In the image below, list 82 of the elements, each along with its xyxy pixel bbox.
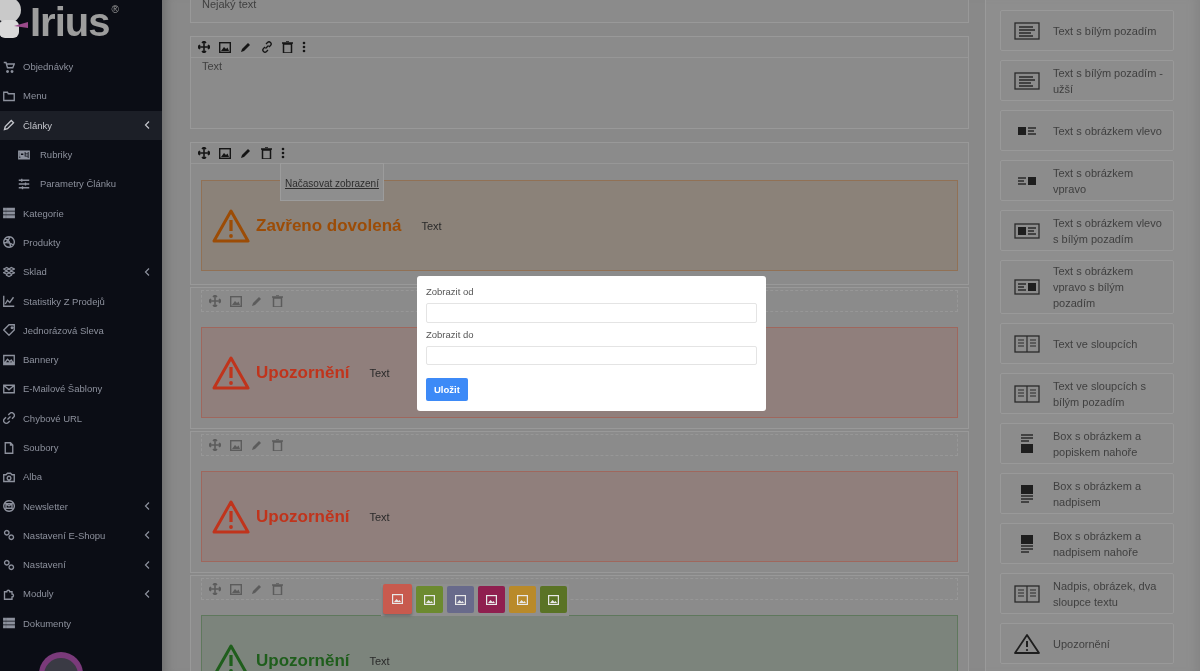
puzzle-icon: [3, 588, 15, 600]
avatar-icon: [38, 651, 84, 671]
list-icon: [3, 617, 15, 630]
alert-title: Upozornění: [256, 650, 350, 671]
date-input[interactable]: [426, 345, 757, 365]
trash-icon[interactable]: [261, 147, 272, 159]
file-icon: [3, 441, 15, 454]
warning-icon: [212, 643, 250, 671]
sidebar-subitem[interactable]: Rubriky: [0, 139, 162, 170]
sidebar-subitem[interactable]: Parametry Článku: [0, 169, 162, 199]
image-icon[interactable]: [219, 147, 231, 159]
columns-icon: [1014, 332, 1040, 355]
image-icon[interactable]: [219, 41, 231, 53]
image-text-icon: [1014, 276, 1040, 298]
sidebar-item[interactable]: Soubory: [0, 432, 162, 463]
sidebar-item[interactable]: Produkty: [0, 227, 162, 258]
alert-title: Upozornění: [256, 506, 350, 527]
sidebar-item[interactable]: E-Mailové Šablony: [0, 374, 162, 404]
sidebar-item[interactable]: Bannery: [0, 344, 162, 375]
color-swatch[interactable]: [478, 586, 505, 613]
envelope-icon: [3, 382, 15, 395]
date-input[interactable]: [426, 303, 757, 323]
sidebar-item[interactable]: Moduly: [0, 579, 162, 609]
sidebar-item[interactable]: Newsletter: [0, 491, 162, 521]
alert-text: Text: [369, 366, 390, 379]
tag-icon: [3, 324, 15, 337]
field-label: Zobrazit do: [426, 328, 475, 340]
sidebar-item[interactable]: Menu: [0, 81, 162, 111]
link-icon[interactable]: [261, 41, 273, 53]
sidebar-item[interactable]: Články: [0, 110, 162, 140]
sidebar-item[interactable]: Alba: [0, 462, 162, 492]
color-swatch[interactable]: [416, 586, 443, 613]
color-swatch[interactable]: [447, 586, 474, 613]
pencil-icon[interactable]: [240, 147, 252, 159]
folder-icon: [3, 89, 15, 102]
boxes-icon: [3, 265, 15, 278]
more-icon[interactable]: [281, 147, 285, 159]
color-swatch[interactable]: [540, 586, 567, 613]
image-icon: [392, 594, 403, 604]
alert-text: Text: [369, 510, 390, 523]
sidebar-item[interactable]: Kategorie: [0, 198, 162, 228]
pencil-icon: [3, 119, 15, 132]
save-button[interactable]: Uložit: [426, 378, 468, 401]
list-icon: [3, 207, 15, 220]
more-icon[interactable]: [302, 41, 306, 53]
warning-icon: [212, 499, 250, 534]
block-text: Text: [201, 59, 224, 74]
move-icon[interactable]: [198, 147, 210, 159]
columns-icon: [1014, 382, 1040, 405]
sidebar-item[interactable]: Statistiky Z Prodejů: [0, 286, 162, 316]
sidebar-item[interactable]: Nastavení E-Shopu: [0, 520, 162, 551]
sliders-icon: [18, 177, 30, 190]
color-swatch[interactable]: [383, 584, 412, 614]
warning-icon: [212, 208, 250, 243]
columns-icon: [1014, 582, 1040, 605]
text-block-icon: [1014, 69, 1040, 92]
text-block-icon: [1014, 19, 1040, 42]
link-icon: [3, 412, 15, 425]
alert-text: Text: [369, 654, 390, 667]
warning-icon: [1014, 632, 1040, 655]
newspaper-icon: [18, 148, 30, 161]
field-label: Zobrazit od: [426, 286, 475, 297]
alert-title: Upozornění: [256, 362, 350, 383]
sidebar-item[interactable]: Nastavení: [0, 550, 162, 580]
menu-link[interactable]: Načasovat zobrazení: [285, 178, 379, 189]
sidebar-item[interactable]: Dokumenty: [0, 608, 162, 638]
sidebar-item[interactable]: Jednorázová Sleva: [0, 315, 162, 345]
cart-icon: [3, 60, 15, 73]
registered-mark: ®: [111, 4, 119, 15]
color-swatch[interactable]: [509, 586, 536, 613]
image-icon: [3, 353, 15, 366]
alert-title: Zavřeno dovolená: [256, 215, 402, 236]
trash-icon[interactable]: [282, 41, 293, 53]
sidebar-item[interactable]: Sklad: [0, 257, 162, 287]
sidebar-item[interactable]: Chybové URL: [0, 403, 162, 433]
logo-text: Irius: [30, 0, 110, 44]
move-icon[interactable]: [198, 41, 210, 53]
sidebar-item[interactable]: Objednávky: [0, 52, 162, 82]
warning-icon: [212, 355, 250, 390]
block-text: Nejaký text: [201, 0, 258, 12]
alert-text: Text: [421, 219, 442, 232]
pencil-icon[interactable]: [240, 41, 252, 53]
